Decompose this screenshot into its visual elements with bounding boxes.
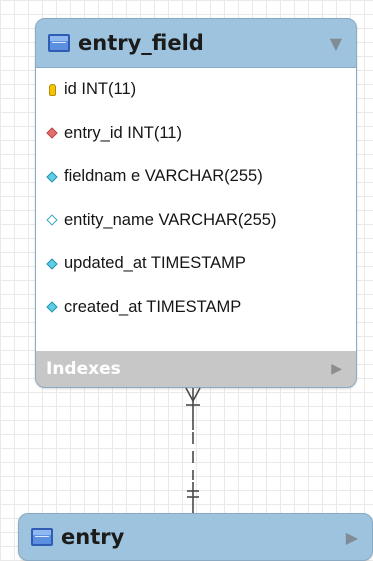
expand-icon[interactable]: ▶	[346, 528, 358, 547]
table-title: entry	[61, 525, 125, 549]
table-icon	[31, 528, 53, 546]
entry-table[interactable]: entry ▶	[18, 513, 373, 561]
entry-header[interactable]: entry ▶	[19, 514, 372, 560]
relationship-connector[interactable]	[0, 0, 373, 561]
